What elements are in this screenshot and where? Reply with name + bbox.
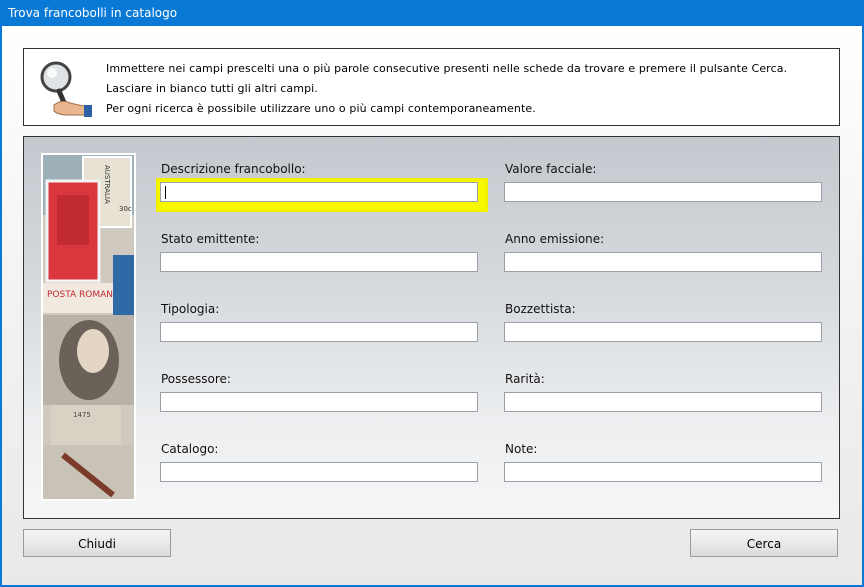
label-stato-emittente: Stato emittente: — [161, 232, 260, 246]
label-tipologia: Tipologia: — [161, 302, 220, 316]
bozzettista-input[interactable] — [504, 322, 822, 342]
stato-emittente-input[interactable] — [160, 252, 478, 272]
search-button[interactable]: Cerca — [690, 529, 838, 557]
label-valore-facciale: Valore facciale: — [505, 162, 597, 176]
label-anno-emissione: Anno emissione: — [505, 232, 605, 246]
label-possessore: Possessore: — [161, 372, 231, 386]
info-text: Immettere nei campi prescelti una o più … — [106, 59, 787, 119]
window-title: Trova francobolli in catalogo — [8, 6, 178, 20]
search-panel: AUSTRALIA POSTA ROMANA 1475 30c Descrizi… — [23, 136, 840, 519]
dialog-body: Immettere nei campi prescelti una o più … — [2, 26, 862, 585]
title-bar[interactable]: Trova francobolli in catalogo — [0, 0, 864, 26]
window: Trova francobolli in catalogo Immettere … — [0, 0, 864, 587]
label-descrizione: Descrizione francobollo: — [161, 162, 306, 176]
label-rarita: Rarità: — [505, 372, 545, 386]
descrizione-input[interactable] — [160, 182, 478, 202]
stamps-image: AUSTRALIA POSTA ROMANA 1475 30c — [41, 153, 136, 501]
text-caret — [165, 186, 166, 199]
info-box: Immettere nei campi prescelti una o più … — [23, 48, 840, 126]
label-catalogo: Catalogo: — [161, 442, 219, 456]
magnifier-hand-icon — [40, 61, 92, 117]
stamp-text-year: 1475 — [73, 411, 91, 419]
catalogo-input[interactable] — [160, 462, 478, 482]
info-line-3: Per ogni ricerca è possibile utilizzare … — [106, 102, 536, 115]
label-bozzettista: Bozzettista: — [505, 302, 576, 316]
stamp-text-posta-romana: POSTA ROMANA — [47, 290, 120, 300]
rarita-input[interactable] — [504, 392, 822, 412]
label-note: Note: — [505, 442, 538, 456]
stamp-text-value: 30c — [119, 205, 132, 213]
close-button[interactable]: Chiudi — [23, 529, 171, 557]
valore-facciale-input[interactable] — [504, 182, 822, 202]
possessore-input[interactable] — [160, 392, 478, 412]
tipologia-input[interactable] — [160, 322, 478, 342]
anno-emissione-input[interactable] — [504, 252, 822, 272]
info-line-2: Lasciare in bianco tutti gli altri campi… — [106, 82, 318, 95]
note-input[interactable] — [504, 462, 822, 482]
stamp-text-australia: AUSTRALIA — [103, 165, 111, 204]
stamps-illustration: AUSTRALIA POSTA ROMANA 1475 30c — [43, 155, 134, 499]
info-line-1: Immettere nei campi prescelti una o più … — [106, 62, 788, 75]
